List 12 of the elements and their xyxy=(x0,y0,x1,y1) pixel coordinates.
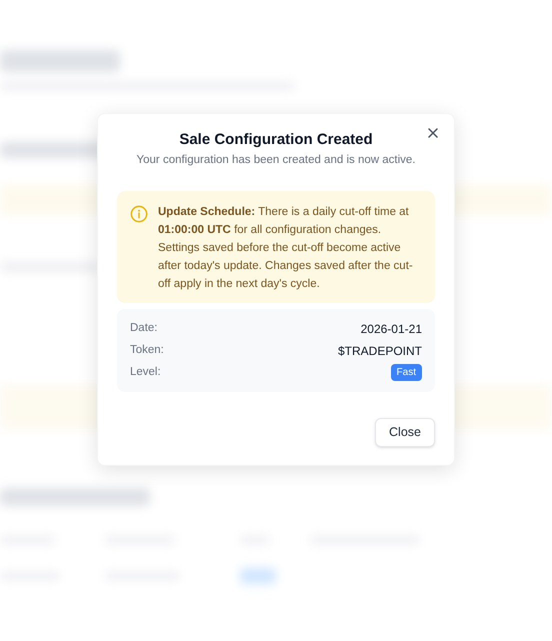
detail-label: Date: xyxy=(130,321,158,336)
close-button[interactable]: Close xyxy=(375,418,435,448)
dialog-title: Sale Configuration Created xyxy=(179,130,373,150)
info-icon xyxy=(130,205,148,224)
detail-value: 2026-01-21 xyxy=(360,320,422,338)
close-icon[interactable] xyxy=(426,126,440,140)
level-badge: Fast xyxy=(390,364,422,382)
detail-value: $TRADEPOINT xyxy=(338,342,422,360)
dialog-subtitle: Your configuration has been created and is now active. xyxy=(136,153,416,168)
detail-label: Level: xyxy=(130,365,161,380)
notice-text: Update Schedule: There is a daily cut-off time at 01:00:00 UTC for all configuration changes. Settings saved before the cut-off become active after today's update. Changes saved after the cut-off apply in the next day's cycle. xyxy=(158,205,414,292)
detail-label: Token: xyxy=(130,343,164,358)
